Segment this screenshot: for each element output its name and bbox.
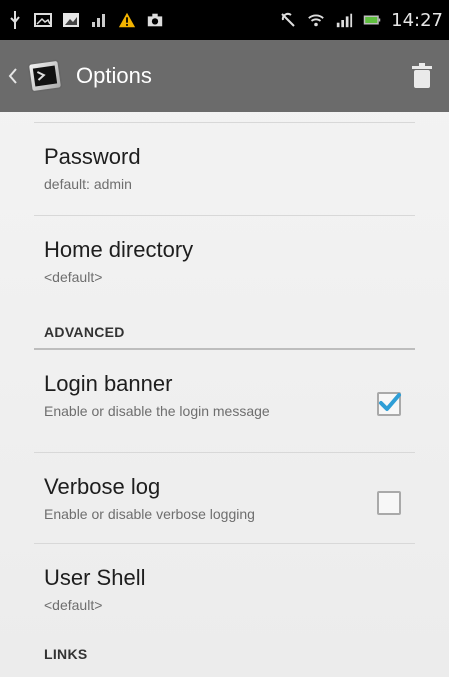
preferences-list: Password default: admin Home directory <… [0,122,449,670]
checkmark-icon [379,393,401,411]
image-icon [34,11,52,29]
category-advanced: ADVANCED [44,324,125,340]
no-rotate-icon [279,11,297,29]
preference-title: Login banner [44,371,173,396]
wifi-icon [307,11,325,29]
preference-title: Verbose log [44,474,161,499]
battery-icon [363,11,381,29]
warning-icon [118,11,136,29]
preference-title: User Shell [44,565,146,590]
terminal-app-icon[interactable] [24,56,64,96]
verbose-log-preference[interactable]: Verbose log Enable or disable verbose lo… [34,453,415,543]
login-banner-checkbox[interactable] [377,392,401,416]
status-time: 14:27 [391,9,443,31]
preference-summary: Enable or disable verbose logging [44,506,255,522]
camera-icon [146,11,164,29]
trash-icon[interactable] [407,61,437,91]
cell-signal-icon [335,11,353,29]
preference-title: Home directory [44,237,194,262]
photo-icon [62,11,80,29]
usb-icon [6,11,24,29]
action-bar: Options [0,40,449,112]
category-links: LINKS [44,646,88,662]
preference-summary: <default> [44,597,103,613]
status-left [6,11,164,29]
signal-bars-icon [90,11,108,29]
verbose-log-checkbox[interactable] [377,491,401,515]
login-banner-preference[interactable]: Login banner Enable or disable the login… [34,350,415,452]
password-preference[interactable]: Password default: admin [34,123,415,215]
status-bar: 14:27 [0,0,449,40]
home-directory-preference[interactable]: Home directory <default> [34,216,415,306]
preference-summary: <default> [44,269,103,285]
status-right: 14:27 [279,10,443,31]
back-caret-icon[interactable] [8,64,18,88]
preference-summary: default: admin [44,176,132,192]
preference-title: Password [44,144,141,169]
user-shell-preference[interactable]: User Shell <default> [34,544,415,632]
page-title: Options [76,63,152,88]
preference-summary: Enable or disable the login message [44,403,270,419]
app-frame: 14:27 Options Password default: admin Ho… [0,0,449,677]
